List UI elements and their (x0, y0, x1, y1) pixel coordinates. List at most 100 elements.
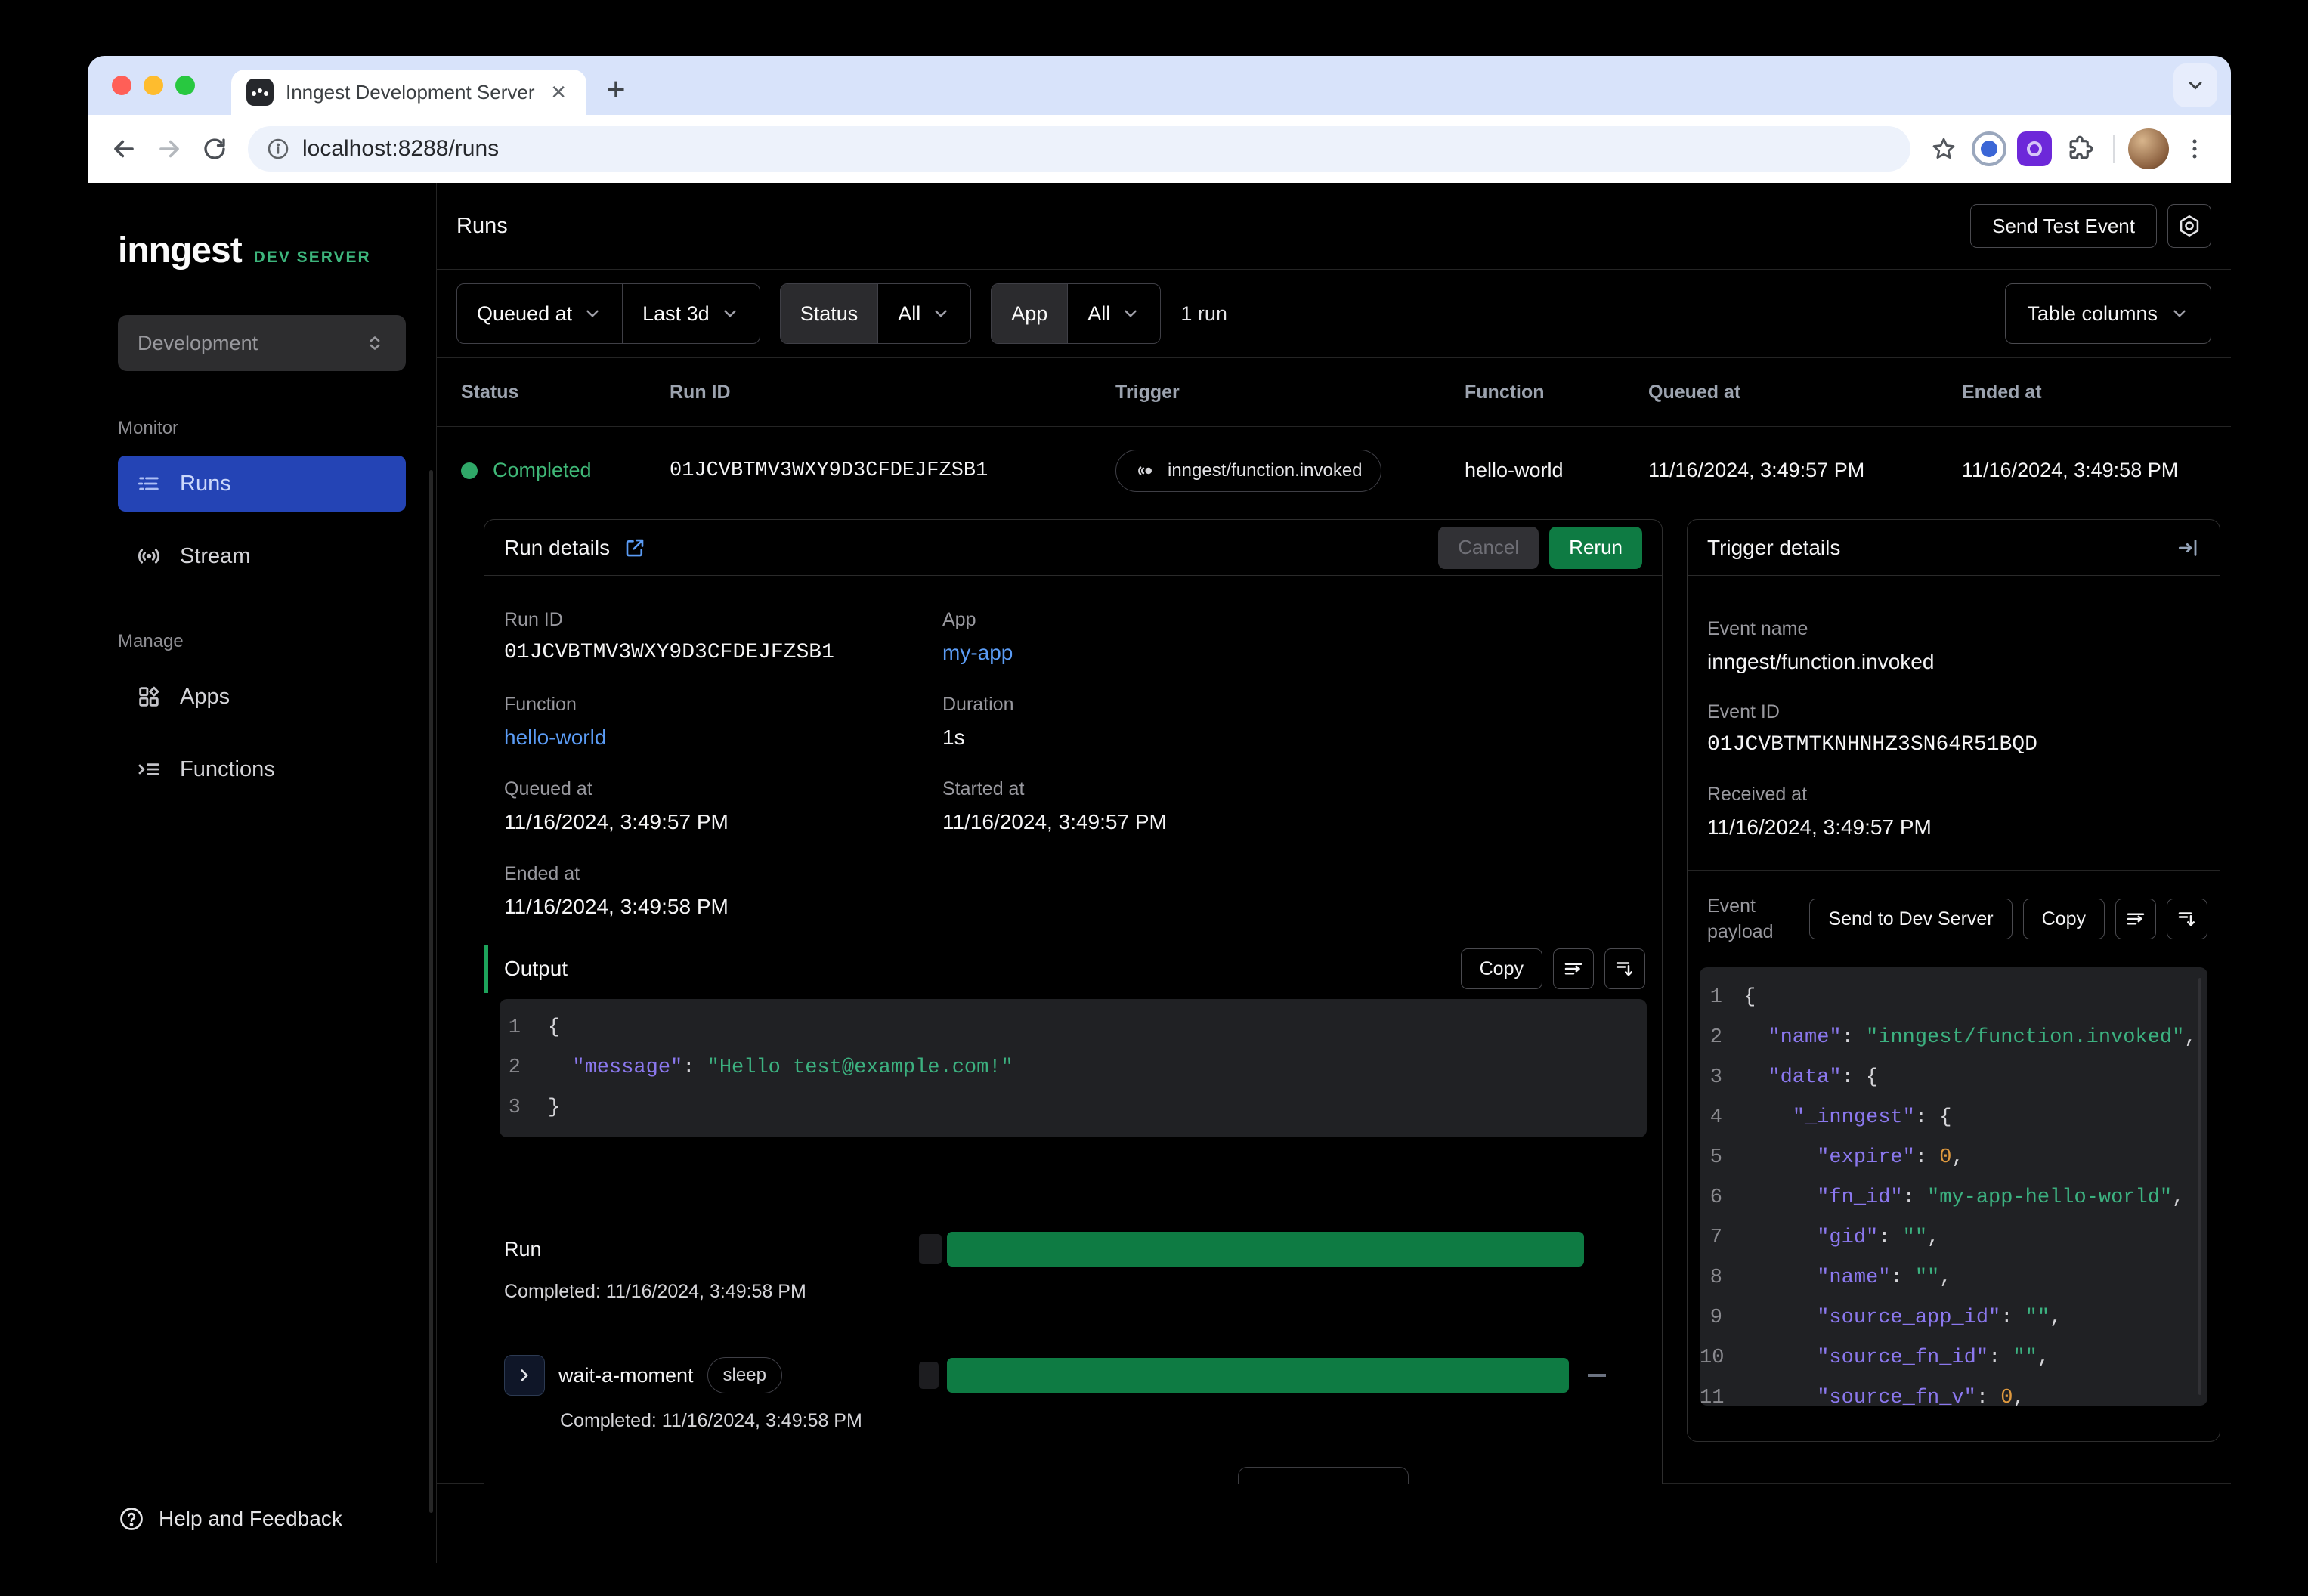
rerun-button[interactable]: Rerun (1549, 526, 1642, 569)
functions-icon (138, 763, 159, 775)
output-code-block[interactable]: 1{2 "message": "Hello test@example.com!"… (500, 999, 1647, 1137)
inngest-app: inngest DEV SERVER Development Monitor R… (88, 183, 2231, 1563)
profile-avatar[interactable] (2128, 128, 2169, 169)
payload-scrollbar[interactable] (2198, 978, 2201, 1395)
scroll-to-bottom-button[interactable] (1604, 948, 1645, 989)
stream-broadcast-icon (138, 549, 159, 564)
trigger-event-badge[interactable]: inngest/function.invoked (1115, 449, 1381, 492)
external-link-icon[interactable] (623, 537, 646, 559)
step-kind-badge: sleep (707, 1357, 782, 1393)
environment-select-value: Development (138, 331, 258, 354)
word-wrap-button[interactable] (2115, 899, 2156, 939)
status-filter-label: Status (780, 284, 878, 343)
field-function: Function hello-world (504, 694, 942, 750)
settings-button[interactable] (2167, 204, 2211, 248)
question-circle-icon (120, 1508, 143, 1530)
extensions-button[interactable] (2060, 129, 2099, 169)
app-link[interactable]: my-app (942, 641, 1642, 665)
send-test-event-button[interactable]: Send Test Event (1970, 204, 2157, 248)
minimize-window-button[interactable] (144, 76, 163, 95)
event-payload-header: Event payload Send to Dev Server Copy (1688, 871, 2220, 963)
chevron-down-icon (723, 310, 736, 317)
column-header-status: Status (461, 381, 519, 403)
time-range-filter[interactable]: Last 3d (622, 284, 760, 343)
chevron-updown-icon (370, 336, 380, 350)
send-to-dev-server-button[interactable]: Send to Dev Server (1809, 899, 2013, 939)
timeline-step-end-tick (1588, 1374, 1606, 1377)
close-tab-icon[interactable]: ✕ (546, 78, 571, 107)
browser-toolbar: localhost:8288/runs (88, 115, 2231, 183)
column-header-run-id: Run ID (670, 381, 731, 403)
new-tab-button[interactable]: + (606, 71, 626, 109)
time-filter-group: Queued at Last 3d (456, 283, 760, 344)
status-filter-group: Status All (779, 283, 972, 344)
browser-tab[interactable]: Inngest Development Server ✕ (231, 70, 586, 115)
run-detail-section: Run details Cancel Rerun Run ID 01JCVBTM… (437, 514, 2231, 1484)
address-bar[interactable]: localhost:8288/runs (248, 126, 1910, 172)
copy-payload-button[interactable]: Copy (2022, 899, 2105, 939)
word-wrap-button[interactable] (1553, 948, 1594, 989)
help-and-feedback[interactable]: Help and Feedback (118, 1505, 342, 1533)
sidebar-item-apps[interactable]: Apps (118, 669, 406, 725)
cancel-run-button[interactable]: Cancel (1438, 526, 1539, 569)
timeline-run-label: Run (504, 1237, 542, 1260)
purple-extension-button[interactable] (2015, 129, 2054, 169)
reload-button[interactable] (195, 129, 234, 169)
time-field-filter[interactable]: Queued at (457, 284, 622, 343)
word-wrap-icon (1564, 963, 1582, 975)
timeline-run-queue-segment (919, 1234, 942, 1264)
run-count: 1 run (1180, 302, 1227, 325)
close-window-button[interactable] (112, 76, 131, 95)
queued-at-cell: 11/16/2024, 3:49:57 PM (1648, 459, 1865, 481)
sidebar-item-stream[interactable]: Stream (118, 528, 406, 584)
clipped-bottom-button[interactable] (1238, 1467, 1409, 1484)
output-title: Output (504, 957, 568, 980)
run-id-cell: 01JCVBTMV3WXY9D3CFDEJFZSB1 (670, 459, 988, 482)
sidebar-item-functions[interactable]: Functions (118, 741, 406, 797)
table-header-row: Status Run ID Trigger Function Queued at… (437, 358, 2231, 427)
scroll-to-bottom-button[interactable] (2167, 899, 2207, 939)
site-info-icon[interactable] (266, 137, 290, 161)
bookmark-button[interactable] (1924, 129, 1963, 169)
word-wrap-icon (2127, 913, 2145, 925)
scroll-down-lines-icon (1616, 962, 1632, 976)
field-started-at: Started at 11/16/2024, 3:49:57 PM (942, 778, 1167, 834)
scroll-down-lines-icon (2178, 912, 2195, 926)
sidebar-item-runs[interactable]: Runs (118, 456, 406, 512)
timeline-step-bar[interactable] (947, 1358, 1569, 1393)
copy-output-button[interactable]: Copy (1460, 948, 1542, 989)
table-columns-button[interactable]: Table columns (2005, 283, 2211, 344)
event-payload-code-block[interactable]: 1{2 "name": "inngest/function.invoked", 3… (1700, 967, 2207, 1406)
event-payload-label: Event payload (1707, 895, 1774, 942)
maximize-window-button[interactable] (175, 76, 195, 95)
app-filter-group: App All (991, 283, 1162, 344)
puzzle-piece-icon (2069, 135, 2093, 159)
field-duration: Duration 1s (942, 694, 1014, 749)
password-manager-extension-button[interactable] (1969, 129, 2009, 169)
sidebar-scrollbar[interactable] (429, 470, 433, 1513)
chevron-down-icon (2173, 310, 2186, 317)
browser-menu-button[interactable] (2175, 129, 2214, 169)
timeline-run-bar[interactable] (947, 1232, 1584, 1267)
status-filter-value[interactable]: All (877, 284, 970, 343)
environment-select[interactable]: Development (118, 315, 406, 371)
run-timeline: Run Completed: 11/16/2024, 3:49:58 PM wa… (484, 1228, 1662, 1432)
inngest-logo: inngest (118, 230, 243, 271)
forward-button[interactable] (150, 129, 189, 169)
sidebar-section-monitor: Monitor (118, 418, 179, 438)
dev-server-badge: DEV SERVER (253, 249, 371, 266)
field-queued-at: Queued at 11/16/2024, 3:49:57 PM (504, 778, 729, 834)
function-link[interactable]: hello-world (504, 725, 942, 750)
function-cell: hello-world (1465, 459, 1564, 481)
tab-search-chevron-button[interactable] (2173, 63, 2217, 107)
back-arrow-icon (114, 140, 134, 158)
app-filter-value[interactable]: All (1067, 284, 1160, 343)
collapse-panel-icon[interactable] (2176, 536, 2200, 560)
timeline-run-row: Run (504, 1228, 1642, 1270)
table-row[interactable]: Completed 01JCVBTMV3WXY9D3CFDEJFZSB1 inn… (437, 427, 2231, 514)
timeline-step-completed: Completed: 11/16/2024, 3:49:58 PM (560, 1410, 862, 1431)
back-button[interactable] (104, 129, 144, 169)
expand-step-button[interactable] (504, 1355, 545, 1396)
page-title: Runs (456, 213, 508, 238)
page-header: Runs Send Test Event (437, 183, 2231, 269)
